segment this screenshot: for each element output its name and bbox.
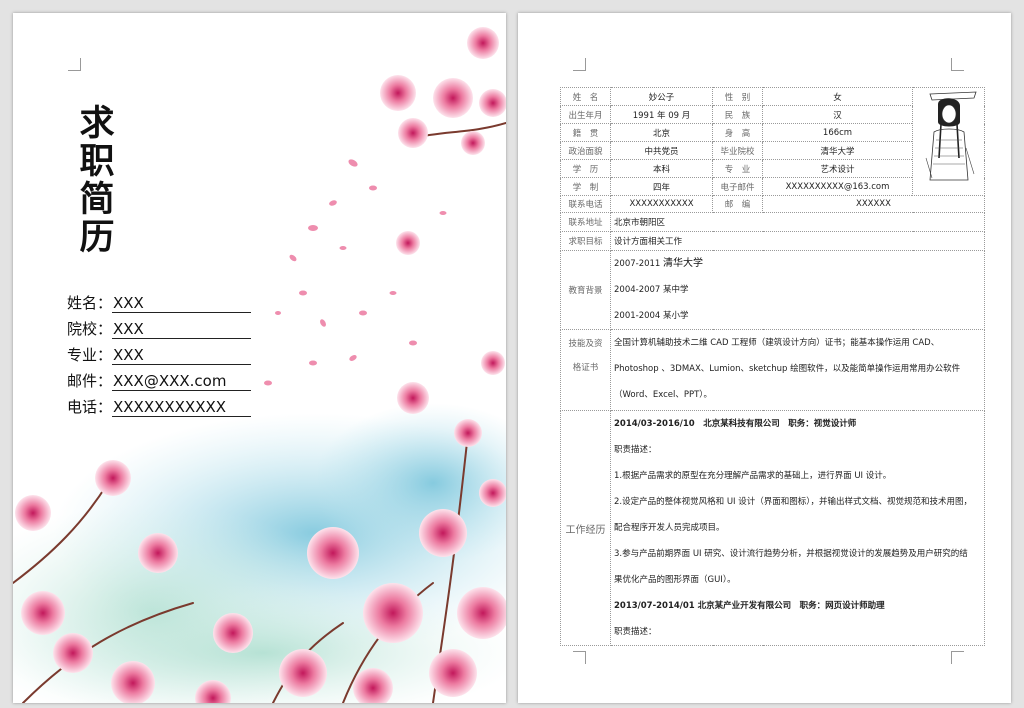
cover-field-value: XXX (112, 346, 251, 365)
job-duty: 3.参与产品前期界面 UI 研究、设计流行趋势分析，并根据视觉设计的发展趋势及用… (614, 549, 968, 559)
job-header: 2013/07-2014/01 北京某产业开发有限公司 职务：网页设计师助理 (614, 601, 885, 611)
job-duty: 1.根据产品需求的原型在充分理解产品需求的基础上，进行界面 UI 设计。 (614, 471, 892, 481)
zip-value: XXXXXX (762, 195, 985, 213)
ethnic-value: 汉 (762, 105, 913, 124)
political-label: 政治面貌 (560, 141, 611, 160)
ethnic-label: 民 族 (712, 105, 763, 124)
skills-label-line: 格证书 (572, 363, 599, 373)
portrait-sketch-icon (915, 88, 982, 192)
job-desc-title: 职责描述： (614, 627, 657, 637)
goal-value: 设计方面相关工作 (610, 231, 985, 251)
cover-email-row: 邮件： XXX@XXX.com (67, 365, 251, 391)
origin-label: 籍 贯 (560, 123, 611, 142)
name-value: 妙公子 (610, 87, 713, 106)
work-experience: 2014/03-2016/10 北京某科技有限公司 职务：视觉设计师 职责描述：… (610, 410, 985, 646)
cover-field-label: 邮件： (67, 372, 113, 390)
cover-name-row: 姓名： XXX (67, 287, 251, 313)
crop-mark (573, 58, 586, 71)
edu-school: 某小学 (663, 311, 689, 321)
height-label: 身 高 (712, 123, 763, 142)
cover-field-value: XXX (112, 294, 251, 313)
name-label: 姓 名 (560, 87, 611, 106)
table-row: 技能及资 格证书 全国计算机辅助技术二维 CAD 工程师（建筑设计方向）证书；能… (560, 329, 985, 411)
cover-phone-row: 电话： XXXXXXXXXXX (67, 391, 251, 417)
height-value: 166cm (762, 123, 913, 142)
goal-label: 求职目标 (560, 231, 611, 251)
list-item: 2001-2004 某小学 (614, 303, 981, 329)
cover-school-row: 院校： XXX (67, 313, 251, 339)
skills-line: 全国计算机辅助技术二维 CAD 工程师（建筑设计方向）证书；能基本操作运用 CA… (614, 338, 940, 348)
cover-field-value: XXX (112, 320, 251, 339)
skills-line: （Word、Excel、PPT）。 (614, 390, 713, 400)
table-row: 姓 名 妙公子 性 别 女 (560, 87, 985, 196)
skills-label-line: 技能及资 (568, 339, 603, 349)
email-value: XXXXXXXXXX@163.com (762, 177, 913, 196)
duration-value: 四年 (610, 177, 713, 196)
crop-mark (573, 651, 586, 664)
major-label: 专 业 (712, 159, 763, 178)
resume-table: 姓 名 妙公子 性 别 女 出生年月 1991 年 09 月 民 族 汉 籍 贯… (560, 87, 985, 646)
crop-mark (951, 58, 964, 71)
political-value: 中共党员 (610, 141, 713, 160)
list-item: 2007-2011 清华大学 (614, 252, 981, 278)
edu-school: 某中学 (663, 285, 689, 295)
cover-field-label: 专业： (67, 346, 113, 364)
edu-years: 2004-2007 (614, 285, 661, 295)
gender-value: 女 (762, 87, 913, 106)
skills-text: 全国计算机辅助技术二维 CAD 工程师（建筑设计方向）证书；能基本操作运用 CA… (610, 329, 985, 411)
school-value: 清华大学 (762, 141, 913, 160)
table-row: 联系地址 北京市朝阳区 (560, 212, 985, 232)
cover-info-list: 姓名： XXX 院校： XXX 专业： XXX 邮件： XXX@XXX.com … (67, 287, 251, 417)
degree-value: 本科 (610, 159, 713, 178)
address-label: 联系地址 (560, 212, 611, 232)
major-value: 艺术设计 (762, 159, 913, 178)
job-duty: 2.设定产品的整体视觉风格和 UI 设计（界面和图标），并输出样式文档、视觉规范… (614, 497, 972, 507)
email-label: 电子邮件 (712, 177, 763, 196)
gender-label: 性 别 (712, 87, 763, 106)
resume-page: 姓 名 妙公子 性 别 女 出生年月 1991 年 09 月 民 族 汉 籍 贯… (518, 13, 1011, 703)
duration-label: 学 制 (560, 177, 611, 196)
edu-years: 2001-2004 (614, 311, 661, 321)
zip-label: 邮 编 (712, 195, 763, 213)
table-row: 求职目标 设计方面相关工作 (560, 231, 985, 251)
skills-line: Photoshop 、3DMAX、Lumion、sketchup 绘图软件，以及… (614, 364, 961, 374)
cover-field-value: XXXXXXXXXXX (112, 398, 251, 417)
job-desc-title: 职责描述： (614, 445, 657, 455)
cover-field-label: 院校： (67, 320, 113, 338)
address-value: 北京市朝阳区 (610, 212, 985, 232)
cover-field-label: 姓名： (67, 294, 113, 312)
skills-label: 技能及资 格证书 (560, 329, 611, 411)
school-label: 毕业院校 (712, 141, 763, 160)
list-item: 2004-2007 某中学 (614, 277, 981, 303)
job-header: 2014/03-2016/10 北京某科技有限公司 职务：视觉设计师 (614, 419, 857, 429)
cover-page: 求职简历 姓名： XXX 院校： XXX 专业： XXX 邮件： XXX@XXX… (13, 13, 506, 703)
cover-title: 求职简历 (79, 104, 115, 258)
job-duty: 果优化产品的图形界面（GUI）。 (614, 575, 736, 585)
job-duty: 配合程序开发人员完成项目。 (614, 523, 725, 533)
birth-value: 1991 年 09 月 (610, 105, 713, 124)
degree-label: 学 历 (560, 159, 611, 178)
birth-label: 出生年月 (560, 105, 611, 124)
edu-years: 2007-2011 (614, 259, 661, 269)
cover-major-row: 专业： XXX (67, 339, 251, 365)
crop-mark (951, 651, 964, 664)
phone-value: XXXXXXXXXXX (610, 195, 713, 213)
table-row: 工作经历 2014/03-2016/10 北京某科技有限公司 职务：视觉设计师 … (560, 410, 985, 646)
education-list: 2007-2011 清华大学 2004-2007 某中学 2001-2004 某… (610, 250, 985, 330)
table-row: 教育背景 2007-2011 清华大学 2004-2007 某中学 2001-2… (560, 250, 985, 330)
edu-school: 清华大学 (663, 258, 704, 269)
avatar (912, 87, 985, 196)
education-label: 教育背景 (560, 250, 611, 330)
cover-field-label: 电话： (67, 398, 113, 416)
work-label: 工作经历 (560, 410, 611, 646)
table-row: 联系电话 XXXXXXXXXXX 邮 编 XXXXXX (560, 195, 985, 213)
phone-label: 联系电话 (560, 195, 611, 213)
origin-value: 北京 (610, 123, 713, 142)
cover-field-value: XXX@XXX.com (112, 372, 251, 391)
